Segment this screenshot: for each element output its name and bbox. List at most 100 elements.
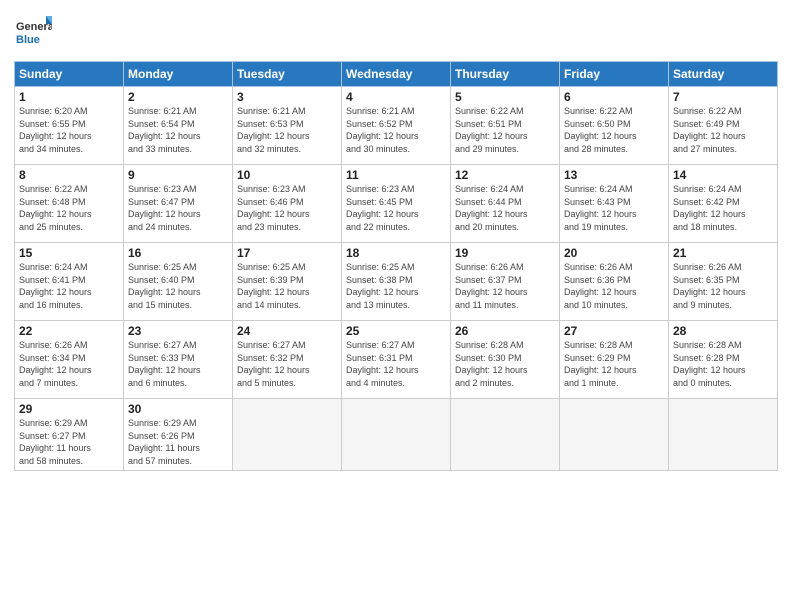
day-header-wednesday: Wednesday	[342, 62, 451, 87]
calendar-cell: 12Sunrise: 6:24 AM Sunset: 6:44 PM Dayli…	[451, 165, 560, 243]
day-number: 22	[19, 324, 119, 338]
day-number: 5	[455, 90, 555, 104]
day-header-thursday: Thursday	[451, 62, 560, 87]
day-info: Sunrise: 6:22 AM Sunset: 6:50 PM Dayligh…	[564, 105, 664, 155]
calendar-cell: 22Sunrise: 6:26 AM Sunset: 6:34 PM Dayli…	[15, 321, 124, 399]
day-number: 19	[455, 246, 555, 260]
day-header-tuesday: Tuesday	[233, 62, 342, 87]
calendar-cell	[233, 399, 342, 471]
calendar-cell	[560, 399, 669, 471]
day-info: Sunrise: 6:21 AM Sunset: 6:54 PM Dayligh…	[128, 105, 228, 155]
logo-icon: General Blue	[14, 10, 52, 48]
day-header-saturday: Saturday	[669, 62, 778, 87]
day-number: 9	[128, 168, 228, 182]
day-number: 1	[19, 90, 119, 104]
day-info: Sunrise: 6:23 AM Sunset: 6:46 PM Dayligh…	[237, 183, 337, 233]
calendar-cell: 11Sunrise: 6:23 AM Sunset: 6:45 PM Dayli…	[342, 165, 451, 243]
calendar-week-5: 29Sunrise: 6:29 AM Sunset: 6:27 PM Dayli…	[15, 399, 778, 471]
day-number: 12	[455, 168, 555, 182]
day-number: 27	[564, 324, 664, 338]
calendar-cell: 5Sunrise: 6:22 AM Sunset: 6:51 PM Daylig…	[451, 87, 560, 165]
day-number: 13	[564, 168, 664, 182]
day-info: Sunrise: 6:26 AM Sunset: 6:36 PM Dayligh…	[564, 261, 664, 311]
calendar-cell	[669, 399, 778, 471]
day-number: 4	[346, 90, 446, 104]
day-info: Sunrise: 6:21 AM Sunset: 6:52 PM Dayligh…	[346, 105, 446, 155]
day-number: 2	[128, 90, 228, 104]
day-info: Sunrise: 6:24 AM Sunset: 6:44 PM Dayligh…	[455, 183, 555, 233]
day-header-sunday: Sunday	[15, 62, 124, 87]
calendar-cell: 3Sunrise: 6:21 AM Sunset: 6:53 PM Daylig…	[233, 87, 342, 165]
day-number: 6	[564, 90, 664, 104]
day-number: 24	[237, 324, 337, 338]
calendar-week-3: 15Sunrise: 6:24 AM Sunset: 6:41 PM Dayli…	[15, 243, 778, 321]
day-number: 17	[237, 246, 337, 260]
day-info: Sunrise: 6:27 AM Sunset: 6:31 PM Dayligh…	[346, 339, 446, 389]
day-info: Sunrise: 6:23 AM Sunset: 6:45 PM Dayligh…	[346, 183, 446, 233]
day-info: Sunrise: 6:20 AM Sunset: 6:55 PM Dayligh…	[19, 105, 119, 155]
day-number: 30	[128, 402, 228, 416]
day-number: 10	[237, 168, 337, 182]
calendar-cell: 9Sunrise: 6:23 AM Sunset: 6:47 PM Daylig…	[124, 165, 233, 243]
day-info: Sunrise: 6:24 AM Sunset: 6:41 PM Dayligh…	[19, 261, 119, 311]
calendar-cell	[342, 399, 451, 471]
day-number: 3	[237, 90, 337, 104]
calendar-cell: 14Sunrise: 6:24 AM Sunset: 6:42 PM Dayli…	[669, 165, 778, 243]
day-info: Sunrise: 6:23 AM Sunset: 6:47 PM Dayligh…	[128, 183, 228, 233]
day-info: Sunrise: 6:25 AM Sunset: 6:38 PM Dayligh…	[346, 261, 446, 311]
calendar-cell: 25Sunrise: 6:27 AM Sunset: 6:31 PM Dayli…	[342, 321, 451, 399]
svg-text:Blue: Blue	[16, 34, 40, 46]
day-info: Sunrise: 6:29 AM Sunset: 6:27 PM Dayligh…	[19, 417, 119, 467]
day-info: Sunrise: 6:25 AM Sunset: 6:40 PM Dayligh…	[128, 261, 228, 311]
calendar-week-1: 1Sunrise: 6:20 AM Sunset: 6:55 PM Daylig…	[15, 87, 778, 165]
day-number: 16	[128, 246, 228, 260]
calendar-cell: 4Sunrise: 6:21 AM Sunset: 6:52 PM Daylig…	[342, 87, 451, 165]
day-number: 15	[19, 246, 119, 260]
day-number: 25	[346, 324, 446, 338]
calendar-cell: 17Sunrise: 6:25 AM Sunset: 6:39 PM Dayli…	[233, 243, 342, 321]
calendar-cell: 21Sunrise: 6:26 AM Sunset: 6:35 PM Dayli…	[669, 243, 778, 321]
day-number: 26	[455, 324, 555, 338]
calendar-cell: 30Sunrise: 6:29 AM Sunset: 6:26 PM Dayli…	[124, 399, 233, 471]
calendar-cell: 24Sunrise: 6:27 AM Sunset: 6:32 PM Dayli…	[233, 321, 342, 399]
day-number: 11	[346, 168, 446, 182]
day-number: 28	[673, 324, 773, 338]
calendar-cell: 20Sunrise: 6:26 AM Sunset: 6:36 PM Dayli…	[560, 243, 669, 321]
day-info: Sunrise: 6:22 AM Sunset: 6:48 PM Dayligh…	[19, 183, 119, 233]
calendar-cell: 8Sunrise: 6:22 AM Sunset: 6:48 PM Daylig…	[15, 165, 124, 243]
day-info: Sunrise: 6:28 AM Sunset: 6:29 PM Dayligh…	[564, 339, 664, 389]
calendar-week-2: 8Sunrise: 6:22 AM Sunset: 6:48 PM Daylig…	[15, 165, 778, 243]
calendar-cell: 2Sunrise: 6:21 AM Sunset: 6:54 PM Daylig…	[124, 87, 233, 165]
day-number: 21	[673, 246, 773, 260]
day-number: 18	[346, 246, 446, 260]
day-info: Sunrise: 6:22 AM Sunset: 6:51 PM Dayligh…	[455, 105, 555, 155]
day-info: Sunrise: 6:21 AM Sunset: 6:53 PM Dayligh…	[237, 105, 337, 155]
calendar-cell: 19Sunrise: 6:26 AM Sunset: 6:37 PM Dayli…	[451, 243, 560, 321]
day-number: 14	[673, 168, 773, 182]
page-header: General Blue	[14, 10, 778, 53]
day-info: Sunrise: 6:28 AM Sunset: 6:28 PM Dayligh…	[673, 339, 773, 389]
day-number: 29	[19, 402, 119, 416]
day-info: Sunrise: 6:24 AM Sunset: 6:42 PM Dayligh…	[673, 183, 773, 233]
calendar-cell: 27Sunrise: 6:28 AM Sunset: 6:29 PM Dayli…	[560, 321, 669, 399]
calendar-cell: 6Sunrise: 6:22 AM Sunset: 6:50 PM Daylig…	[560, 87, 669, 165]
day-number: 8	[19, 168, 119, 182]
calendar-cell: 29Sunrise: 6:29 AM Sunset: 6:27 PM Dayli…	[15, 399, 124, 471]
calendar-cell: 13Sunrise: 6:24 AM Sunset: 6:43 PM Dayli…	[560, 165, 669, 243]
calendar-cell: 10Sunrise: 6:23 AM Sunset: 6:46 PM Dayli…	[233, 165, 342, 243]
day-info: Sunrise: 6:25 AM Sunset: 6:39 PM Dayligh…	[237, 261, 337, 311]
calendar-cell: 7Sunrise: 6:22 AM Sunset: 6:49 PM Daylig…	[669, 87, 778, 165]
day-info: Sunrise: 6:28 AM Sunset: 6:30 PM Dayligh…	[455, 339, 555, 389]
day-info: Sunrise: 6:29 AM Sunset: 6:26 PM Dayligh…	[128, 417, 228, 467]
day-info: Sunrise: 6:22 AM Sunset: 6:49 PM Dayligh…	[673, 105, 773, 155]
logo: General Blue	[14, 10, 52, 53]
calendar-cell: 15Sunrise: 6:24 AM Sunset: 6:41 PM Dayli…	[15, 243, 124, 321]
day-info: Sunrise: 6:24 AM Sunset: 6:43 PM Dayligh…	[564, 183, 664, 233]
calendar-cell: 1Sunrise: 6:20 AM Sunset: 6:55 PM Daylig…	[15, 87, 124, 165]
day-number: 23	[128, 324, 228, 338]
day-info: Sunrise: 6:26 AM Sunset: 6:35 PM Dayligh…	[673, 261, 773, 311]
day-number: 20	[564, 246, 664, 260]
day-number: 7	[673, 90, 773, 104]
day-info: Sunrise: 6:27 AM Sunset: 6:32 PM Dayligh…	[237, 339, 337, 389]
day-info: Sunrise: 6:26 AM Sunset: 6:34 PM Dayligh…	[19, 339, 119, 389]
